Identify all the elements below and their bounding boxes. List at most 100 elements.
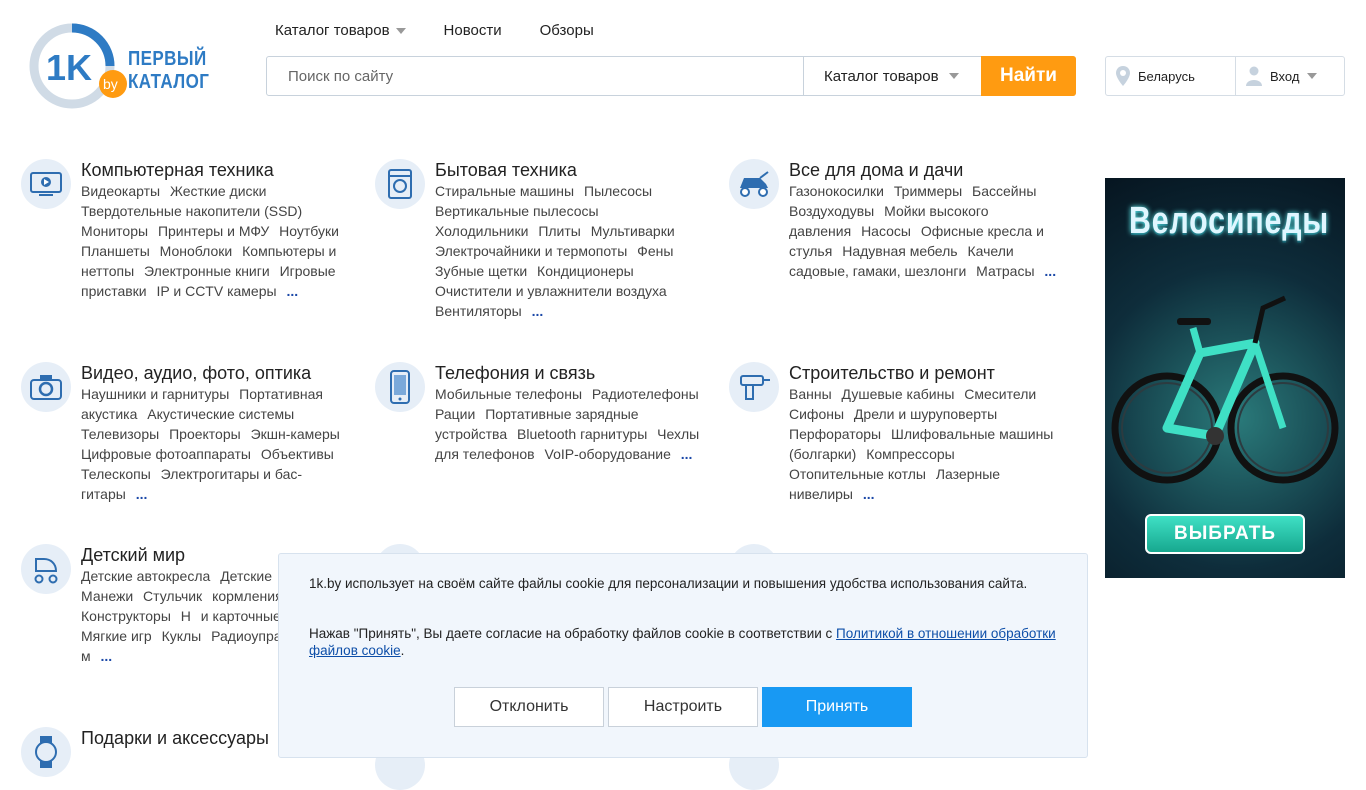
category-title[interactable]: Бытовая техника [435, 147, 577, 180]
category-link[interactable]: Мониторы [81, 223, 148, 239]
category-link[interactable]: Очистители и увлажнители воздуха [435, 283, 667, 299]
category-link[interactable]: Н [181, 608, 191, 624]
category-more-link[interactable]: ... [136, 486, 148, 502]
category-title[interactable]: Детский мир [81, 532, 185, 565]
category-link[interactable]: Манежи [81, 588, 133, 604]
category-link[interactable]: Бассейны [972, 183, 1036, 199]
category-link[interactable]: Объективы [261, 446, 334, 462]
site-logo[interactable]: 1K by ПЕРВЫЙ КАТАЛОГ [28, 14, 228, 114]
category-link[interactable]: Ноутбуки [279, 223, 339, 239]
category-link[interactable]: Акустические системы [147, 406, 294, 422]
ad-banner[interactable]: Велосипеды ВЫБРАТЬ [1105, 178, 1345, 578]
category-link[interactable]: Радиотелефоны [592, 386, 699, 402]
region-selector[interactable]: Беларусь [1106, 57, 1236, 95]
category-more-link[interactable]: ... [863, 486, 875, 502]
cookie-accept-button[interactable]: Принять [762, 687, 912, 727]
category-link[interactable]: Мультиварки [591, 223, 675, 239]
category-link[interactable]: Пылесосы [584, 183, 652, 199]
category-title[interactable]: Видео, аудио, фото, оптика [81, 350, 311, 383]
category-link[interactable]: Ванны [789, 386, 832, 402]
category-link[interactable]: Триммеры [894, 183, 962, 199]
category-link[interactable]: Экшн-камеры [251, 426, 340, 442]
search-category-select[interactable]: Каталог товаров [803, 57, 981, 95]
category-link[interactable]: Надувная мебель [842, 243, 957, 259]
category-link[interactable]: Стульчик [143, 588, 202, 604]
category-link[interactable]: Рации [435, 406, 475, 422]
category-link[interactable]: Воздуходувы [789, 203, 874, 219]
category-more-link[interactable]: ... [1044, 263, 1056, 279]
category-link[interactable]: VoIP-оборудование [545, 446, 671, 462]
category-link[interactable]: Дрели и шуруповерты [854, 406, 997, 422]
category-link[interactable]: Стиральные машины [435, 183, 574, 199]
drill-icon[interactable] [729, 362, 779, 412]
category-link[interactable]: Перфораторы [789, 426, 881, 442]
category-title[interactable]: Строительство и ремонт [789, 350, 995, 383]
category-link[interactable]: Куклы [162, 628, 202, 644]
category-link[interactable]: Газонокосилки [789, 183, 884, 199]
category-link[interactable]: Цифровые фотоаппараты [81, 446, 251, 462]
category-title[interactable]: Телефония и связь [435, 350, 595, 383]
category-title[interactable]: Подарки и аксессуары [81, 715, 269, 748]
category-link[interactable]: Наушники и гарнитуры [81, 386, 229, 402]
watch-icon[interactable] [21, 727, 71, 777]
cookie-consent-text: Нажав "Принять", Вы даете согласие на об… [309, 626, 1056, 658]
cookie-configure-button[interactable]: Настроить [608, 687, 758, 727]
category-link[interactable]: Видеокарты [81, 183, 160, 199]
camera-icon[interactable] [21, 362, 71, 412]
category-link[interactable]: Проекторы [169, 426, 241, 442]
category-link[interactable]: Фены [637, 243, 673, 259]
stroller-icon[interactable] [21, 544, 71, 594]
category-link[interactable]: Bluetooth гарнитуры [517, 426, 647, 442]
nav-reviews[interactable]: Обзоры [540, 22, 594, 39]
category-link[interactable]: Насосы [861, 223, 911, 239]
washing-machine-icon[interactable] [375, 159, 425, 209]
category-link[interactable]: Отопительные котлы [789, 466, 926, 482]
category-link[interactable]: Душевые кабины [842, 386, 955, 402]
category-link[interactable]: Детские автокресла [81, 568, 210, 584]
category-link[interactable]: Планшеты [81, 243, 150, 259]
nav-news[interactable]: Новости [444, 22, 502, 39]
search-input[interactable] [267, 57, 803, 95]
cookie-decline-button[interactable]: Отклонить [454, 687, 604, 727]
category-link[interactable]: Кондиционеры [537, 263, 634, 279]
category-link[interactable]: Компрессоры [866, 446, 955, 462]
category-more-link[interactable]: ... [101, 648, 113, 664]
login-button[interactable]: Вход [1236, 57, 1344, 95]
category-more-link[interactable]: ... [681, 446, 693, 462]
category-link[interactable]: Мобильные телефоны [435, 386, 582, 402]
category-link[interactable]: IP и CCTV камеры [157, 283, 277, 299]
nav-catalog[interactable]: Каталог товаров [275, 22, 406, 39]
category-link[interactable]: Телескопы [81, 466, 151, 482]
category-link[interactable]: Вентиляторы [435, 303, 522, 319]
category-link[interactable]: Зубные щетки [435, 263, 527, 279]
category-link[interactable]: Детские [220, 568, 272, 584]
category-link[interactable]: Телевизоры [81, 426, 159, 442]
category-link[interactable]: Плиты [538, 223, 581, 239]
computer-icon[interactable] [21, 159, 71, 209]
search-button[interactable]: Найти [981, 56, 1076, 96]
category-link[interactable]: Конструкторы [81, 608, 171, 624]
category-links: Стиральные машины Пылесосы Вертикальные … [435, 181, 705, 321]
phone-icon[interactable] [375, 362, 425, 412]
category-links: Мобильные телефоны Радиотелефоны Рации П… [435, 384, 705, 464]
category-more-link[interactable]: ... [286, 283, 298, 299]
category-link[interactable]: Электронные книги [144, 263, 270, 279]
category-link[interactable]: Смесители [964, 386, 1036, 402]
category-link[interactable]: Матрасы [976, 263, 1034, 279]
category-link[interactable]: Принтеры и МФУ [158, 223, 269, 239]
category-link[interactable]: Мягкие игр [81, 628, 152, 644]
category-link[interactable]: Моноблоки [160, 243, 233, 259]
category-link[interactable]: Жесткие диски [170, 183, 267, 199]
category-link[interactable]: Сифоны [789, 406, 844, 422]
category-construction: Строительство и ремонт Ванны Душевые каб… [729, 362, 1129, 504]
category-link[interactable]: Твердотельные накопители (SSD) [81, 203, 302, 219]
category-link[interactable]: кормления [212, 588, 283, 604]
banner-choose-button[interactable]: ВЫБРАТЬ [1145, 514, 1305, 554]
category-link[interactable]: Вертикальные пылесосы [435, 203, 599, 219]
category-link[interactable]: Холодильники [435, 223, 528, 239]
category-title[interactable]: Все для дома и дачи [789, 147, 963, 180]
category-link[interactable]: Электрочайники и термопоты [435, 243, 627, 259]
category-more-link[interactable]: ... [532, 303, 544, 319]
lawn-mower-icon[interactable] [729, 159, 779, 209]
category-title[interactable]: Компьютерная техника [81, 147, 274, 180]
